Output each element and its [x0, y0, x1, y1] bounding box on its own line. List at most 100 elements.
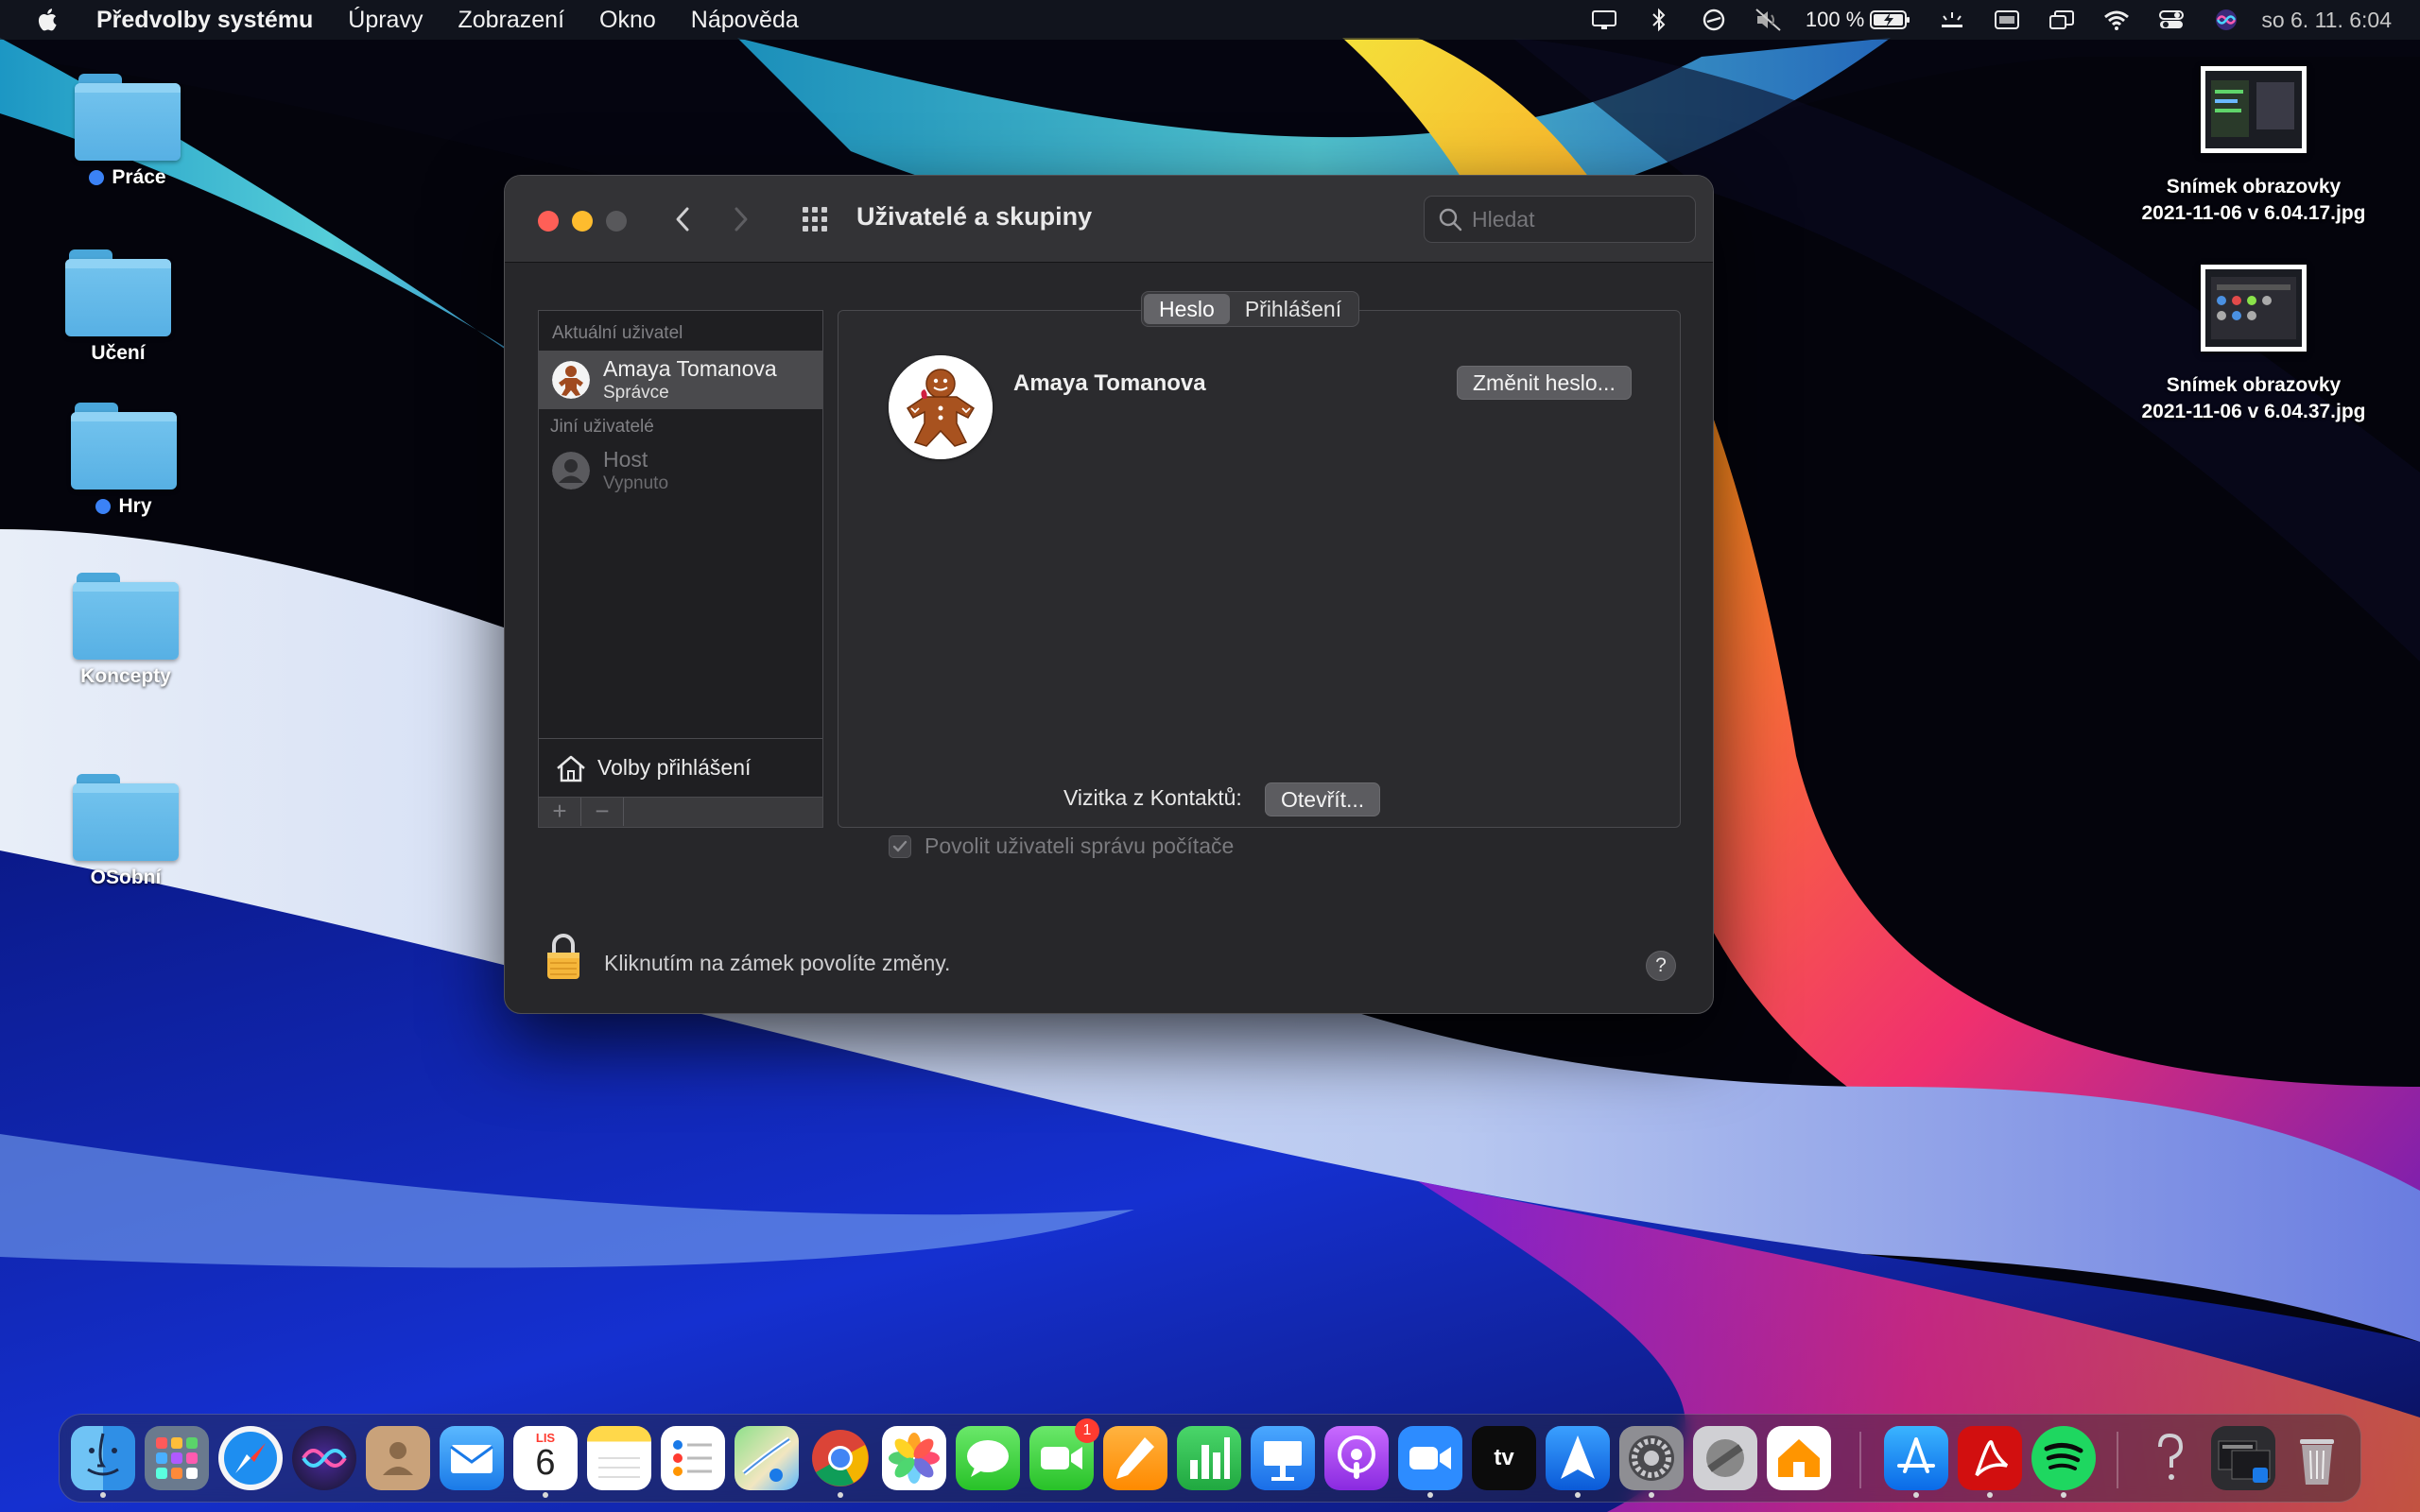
desktop-folder[interactable]: Učení: [47, 249, 189, 365]
pages-icon[interactable]: [1103, 1426, 1167, 1490]
finder-icon[interactable]: [71, 1426, 135, 1498]
display-mirror-icon[interactable]: [1590, 6, 1618, 34]
desktop-screenshot-file[interactable]: Snímek obrazovky 2021-11-06 v 6.04.17.jp…: [2117, 66, 2391, 227]
safari-icon[interactable]: [218, 1426, 283, 1490]
menu-view[interactable]: Zobrazení: [458, 7, 564, 34]
menu-edit[interactable]: Úpravy: [348, 7, 423, 34]
launchpad-icon[interactable]: [145, 1426, 209, 1490]
wifi-icon[interactable]: [2102, 6, 2131, 34]
apple-menu-icon[interactable]: [34, 6, 62, 34]
search-field[interactable]: [1424, 196, 1696, 243]
gingerbread-avatar-icon[interactable]: [889, 355, 993, 459]
folder-icon: [75, 74, 181, 161]
podcasts-icon[interactable]: [1324, 1426, 1389, 1490]
control-center-icon[interactable]: [2157, 6, 2186, 34]
house-icon: [557, 755, 585, 782]
tab-login[interactable]: Přihlášení: [1230, 294, 1357, 324]
maps-icon[interactable]: [735, 1426, 799, 1490]
dock-separator: [2117, 1432, 2118, 1488]
login-options-label: Volby přihlášení: [597, 755, 752, 780]
utility-app-icon[interactable]: [1693, 1426, 1757, 1490]
folder-label: Učení: [91, 342, 146, 364]
clock[interactable]: so 6. 11. 6:04: [2261, 8, 2392, 33]
menu-help[interactable]: Nápověda: [691, 7, 799, 34]
desktop-folder[interactable]: Práce: [57, 74, 199, 189]
menu-app-name[interactable]: Předvolby systému: [96, 7, 313, 34]
show-all-grid-icon[interactable]: [798, 202, 832, 236]
keyboard-brightness-icon[interactable]: [1938, 6, 1966, 34]
current-user-header: Aktuální uživatel: [552, 323, 683, 343]
app-store-icon[interactable]: [1884, 1426, 1948, 1498]
chrome-icon[interactable]: [808, 1426, 873, 1498]
screen-mirroring-icon[interactable]: [2048, 6, 2076, 34]
remove-user-button[interactable]: −: [581, 798, 624, 826]
user-role: Vypnuto: [603, 473, 669, 493]
reminders-icon[interactable]: [661, 1426, 725, 1490]
back-icon[interactable]: [666, 202, 700, 236]
contacts-icon[interactable]: [366, 1426, 430, 1490]
navigation-app-icon[interactable]: [1546, 1426, 1610, 1498]
file-name-line1: Snímek obrazovky: [2166, 374, 2342, 396]
keynote-icon[interactable]: [1251, 1426, 1315, 1490]
tab-password[interactable]: Heslo: [1144, 294, 1230, 324]
zoom-icon[interactable]: [1398, 1426, 1462, 1498]
users-groups-window: Uživatelé a skupiny Aktuální uživatel Am…: [504, 175, 1714, 1014]
folder-label: Koncepty: [80, 665, 171, 687]
do-not-disturb-icon[interactable]: [1700, 6, 1728, 34]
siri-icon[interactable]: [292, 1426, 356, 1490]
help-question-icon[interactable]: [2137, 1426, 2202, 1490]
photos-icon[interactable]: [882, 1426, 946, 1490]
lock-icon[interactable]: [544, 932, 582, 981]
sound-muted-icon[interactable]: [1754, 6, 1783, 34]
folder-label: Hry: [118, 495, 152, 517]
input-source-icon[interactable]: [1993, 6, 2021, 34]
zoom-window-button[interactable]: [606, 211, 627, 232]
add-user-button[interactable]: +: [539, 798, 581, 826]
bluetooth-icon[interactable]: [1645, 6, 1673, 34]
mail-icon[interactable]: [440, 1426, 504, 1490]
apple-tv-icon[interactable]: tv: [1472, 1426, 1536, 1490]
admin-checkbox-row[interactable]: Povolit uživateli správu počítače: [889, 833, 1234, 859]
user-row-guest[interactable]: Host Vypnuto: [539, 441, 822, 500]
desktop-folder[interactable]: Koncepty: [55, 573, 197, 688]
spotify-icon[interactable]: [2031, 1426, 2096, 1498]
desktop-folder[interactable]: Hry: [53, 403, 195, 518]
gingerbread-avatar-icon: [552, 361, 590, 399]
facetime-icon[interactable]: 1: [1029, 1418, 1099, 1490]
downloads-stack-icon[interactable]: [2211, 1426, 2275, 1490]
admin-checkbox[interactable]: [889, 834, 911, 858]
change-password-button[interactable]: Změnit heslo...: [1457, 366, 1632, 400]
messages-icon[interactable]: [956, 1426, 1020, 1490]
desktop-folder[interactable]: OSobní: [55, 774, 197, 889]
search-input[interactable]: [1472, 206, 1680, 232]
numbers-icon[interactable]: [1177, 1426, 1241, 1490]
notes-icon[interactable]: [587, 1426, 651, 1490]
tv-label: tv: [1494, 1445, 1514, 1470]
help-button[interactable]: ?: [1646, 951, 1676, 981]
minimize-window-button[interactable]: [572, 211, 593, 232]
desktop-screenshot-file[interactable]: Snímek obrazovky 2021-11-06 v 6.04.37.jp…: [2117, 265, 2391, 425]
close-window-button[interactable]: [538, 211, 559, 232]
battery-charging-icon[interactable]: [1870, 6, 1911, 34]
trash-icon[interactable]: [2285, 1426, 2349, 1490]
tab-bar: Heslo Přihlášení: [1141, 291, 1360, 327]
login-options-button[interactable]: Volby přihlášení: [539, 738, 822, 797]
user-name: Host: [603, 447, 648, 472]
status-menus: 100 % so 6. 11. 6:04: [1564, 0, 2420, 40]
calendar-icon[interactable]: LIS 6: [513, 1426, 578, 1498]
menu-bar: Předvolby systému Úpravy Zobrazení Okno …: [0, 0, 2420, 40]
siri-icon[interactable]: [2212, 6, 2240, 34]
acrobat-icon[interactable]: [1958, 1426, 2022, 1498]
menu-window[interactable]: Okno: [599, 7, 656, 34]
system-preferences-icon[interactable]: [1619, 1426, 1684, 1498]
forward-icon[interactable]: [724, 202, 758, 236]
folder-label: Práce: [112, 166, 166, 188]
screenshot-thumbnail: [2201, 265, 2307, 352]
user-row-current[interactable]: Amaya Tomanova Správce: [539, 351, 822, 409]
user-full-name: Amaya Tomanova: [1013, 370, 1206, 396]
other-users-header: Jiní uživatelé: [550, 417, 654, 437]
home-icon[interactable]: [1767, 1426, 1831, 1490]
user-name: Amaya Tomanova: [603, 356, 777, 381]
blue-tag-icon: [89, 170, 105, 185]
open-contact-button[interactable]: Otevřít...: [1265, 782, 1381, 816]
